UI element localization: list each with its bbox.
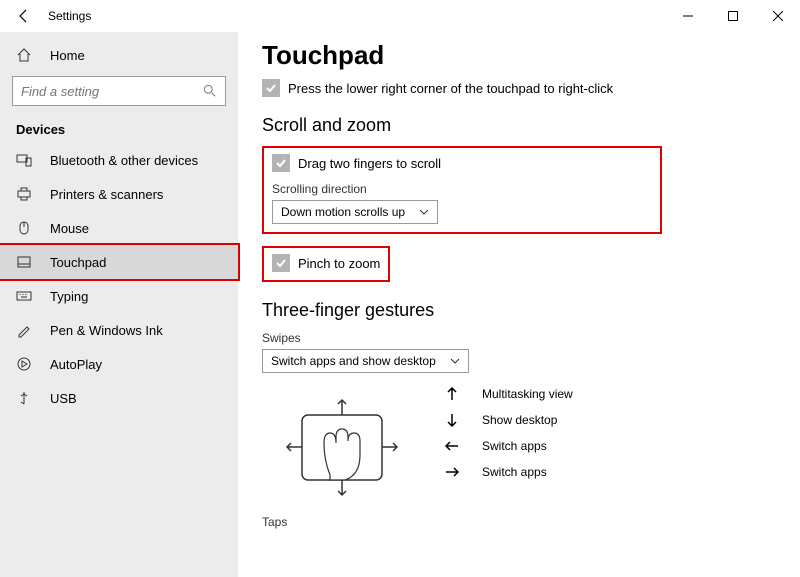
printer-icon [16, 186, 32, 202]
sidebar-item-touchpad[interactable]: Touchpad [0, 245, 238, 279]
gesture-legend: Multitasking view Show desktop Switch ap… [442, 387, 573, 505]
sidebar-item-usb[interactable]: USB [0, 381, 238, 415]
checkbox-label: Drag two fingers to scroll [298, 156, 441, 171]
arrow-right-icon [442, 466, 462, 478]
chevron-down-icon [419, 209, 429, 215]
sidebar-item-bluetooth[interactable]: Bluetooth & other devices [0, 143, 238, 177]
sidebar-item-autoplay[interactable]: AutoPlay [0, 347, 238, 381]
page-title: Touchpad [262, 40, 776, 71]
gesture-diagram [282, 385, 402, 505]
arrow-up-icon [442, 387, 462, 401]
legend-label: Show desktop [482, 413, 557, 427]
pen-icon [16, 322, 32, 338]
legend-item: Switch apps [442, 465, 573, 479]
checkmark-icon [272, 154, 290, 172]
legend-label: Switch apps [482, 439, 547, 453]
mouse-icon [16, 220, 32, 236]
sidebar-label: Typing [50, 289, 88, 304]
app-title: Settings [48, 9, 91, 23]
legend-item: Multitasking view [442, 387, 573, 401]
arrow-left-icon [442, 440, 462, 452]
checkmark-icon [272, 254, 290, 272]
sidebar-item-typing[interactable]: Typing [0, 279, 238, 313]
dropdown-value: Down motion scrolls up [281, 205, 405, 219]
titlebar: Settings [0, 0, 800, 32]
chevron-down-icon [450, 358, 460, 364]
close-button[interactable] [755, 1, 800, 31]
content-pane: Touchpad Press the lower right corner of… [238, 32, 800, 577]
minimize-button[interactable] [665, 1, 710, 31]
sidebar-label: USB [50, 391, 77, 406]
devices-icon [16, 152, 32, 168]
search-icon [203, 84, 217, 98]
sidebar-label: Printers & scanners [50, 187, 163, 202]
keyboard-icon [16, 288, 32, 304]
legend-label: Multitasking view [482, 387, 573, 401]
arrow-down-icon [442, 413, 462, 427]
checkbox-label: Pinch to zoom [298, 256, 380, 271]
search-box[interactable] [12, 76, 226, 106]
sidebar-label: Mouse [50, 221, 89, 236]
search-input[interactable] [21, 84, 203, 99]
sidebar-label: Home [50, 48, 85, 63]
autoplay-icon [16, 356, 32, 372]
sidebar: Home Devices Bluetooth & other devices P… [0, 32, 238, 577]
sidebar-category: Devices [0, 114, 238, 143]
checkbox-pinch-zoom[interactable]: Pinch to zoom [272, 254, 380, 272]
sidebar-label: Bluetooth & other devices [50, 153, 198, 168]
label-swipes: Swipes [262, 331, 776, 345]
sidebar-item-mouse[interactable]: Mouse [0, 211, 238, 245]
label-taps: Taps [262, 515, 776, 529]
dropdown-scroll-direction[interactable]: Down motion scrolls up [272, 200, 438, 224]
checkbox-label: Press the lower right corner of the touc… [288, 81, 613, 96]
dropdown-value: Switch apps and show desktop [271, 354, 436, 368]
home-icon [16, 47, 32, 63]
back-button[interactable] [16, 8, 32, 24]
maximize-button[interactable] [710, 1, 755, 31]
sidebar-item-home[interactable]: Home [0, 38, 238, 72]
checkbox-drag-scroll[interactable]: Drag two fingers to scroll [272, 154, 652, 172]
dropdown-swipes[interactable]: Switch apps and show desktop [262, 349, 469, 373]
touchpad-icon [16, 254, 32, 270]
sidebar-label: Touchpad [50, 255, 106, 270]
checkmark-icon [262, 79, 280, 97]
usb-icon [16, 390, 32, 406]
sidebar-item-pen[interactable]: Pen & Windows Ink [0, 313, 238, 347]
legend-label: Switch apps [482, 465, 547, 479]
checkbox-right-click-corner[interactable]: Press the lower right corner of the touc… [262, 79, 776, 97]
legend-item: Show desktop [442, 413, 573, 427]
section-scroll-zoom: Scroll and zoom [262, 115, 776, 136]
label-scroll-direction: Scrolling direction [272, 182, 652, 196]
legend-item: Switch apps [442, 439, 573, 453]
sidebar-label: AutoPlay [50, 357, 102, 372]
section-three-finger: Three-finger gestures [262, 300, 776, 321]
sidebar-item-printers[interactable]: Printers & scanners [0, 177, 238, 211]
sidebar-label: Pen & Windows Ink [50, 323, 163, 338]
